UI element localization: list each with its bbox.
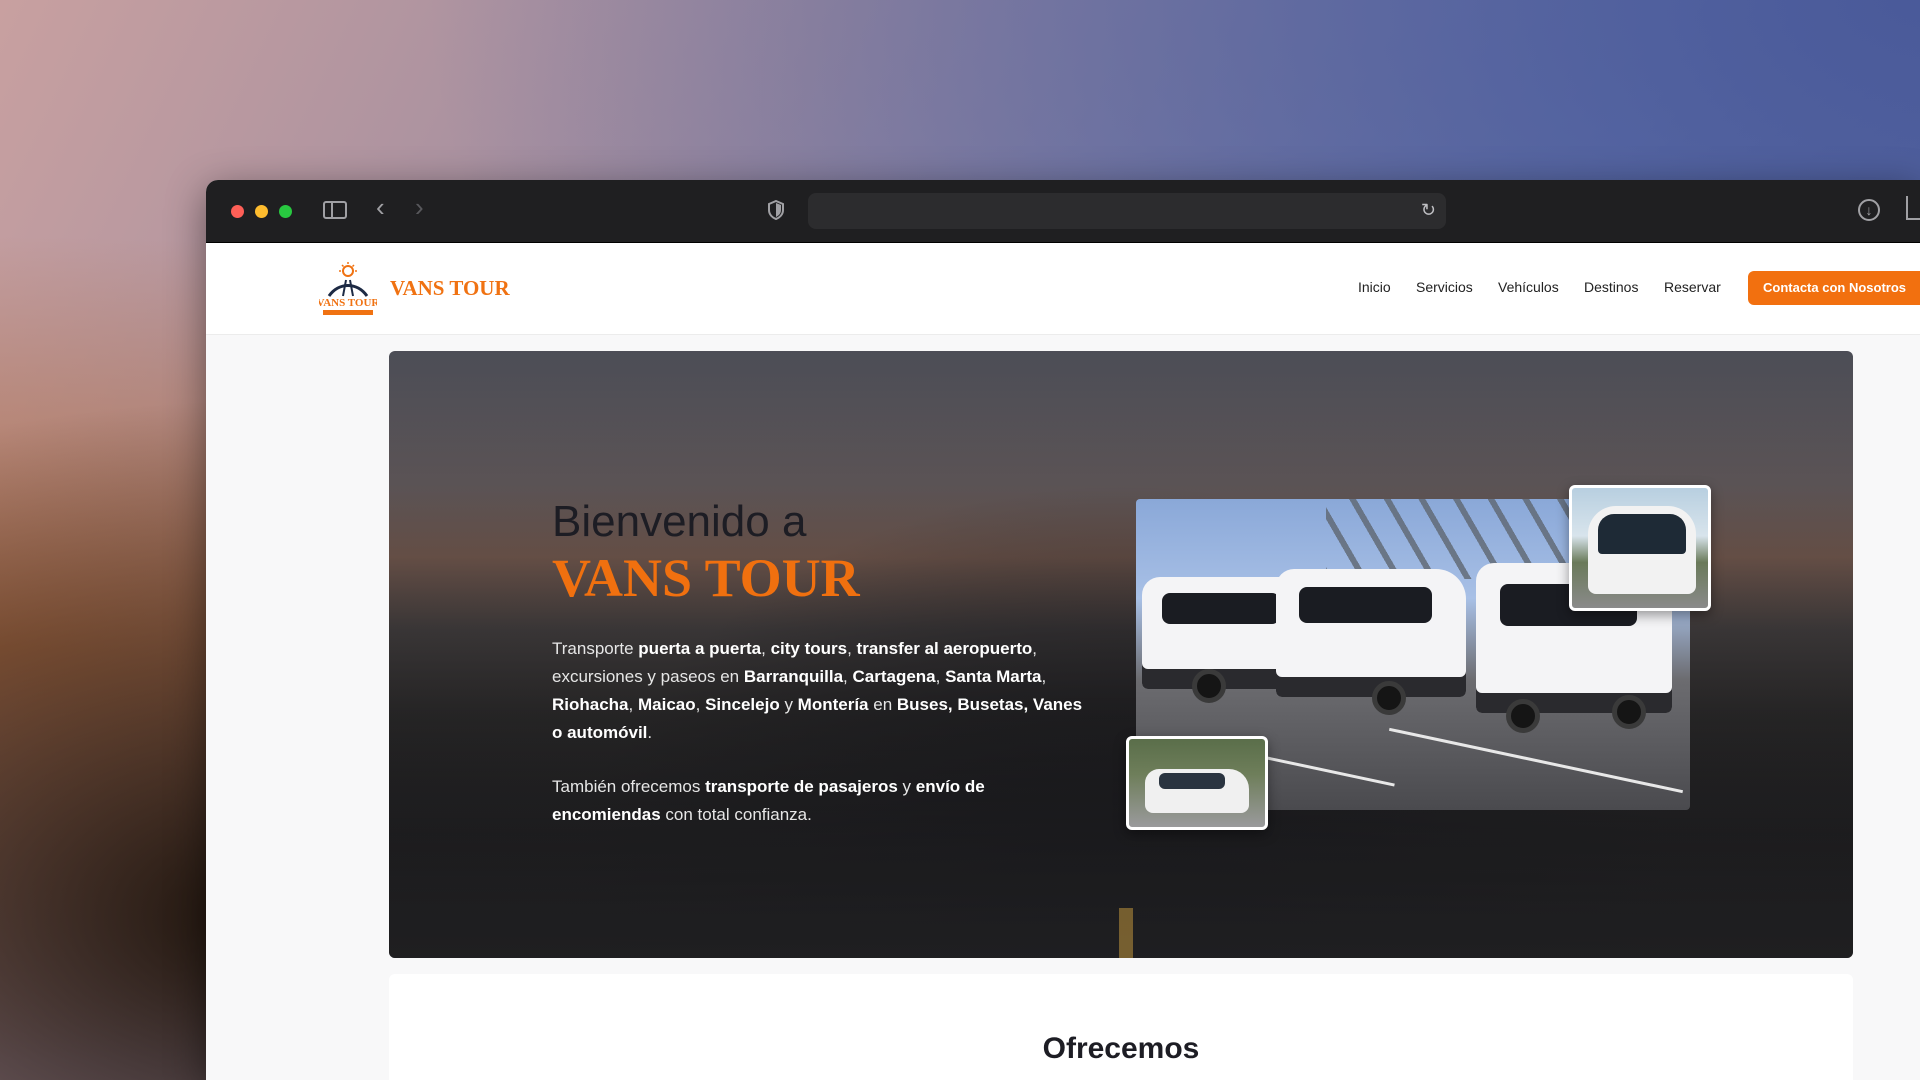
chevron-left-icon[interactable]: ‹ [376,194,385,220]
site-logo[interactable]: VANS TOUR [319,260,377,318]
bus-thumbnail[interactable] [1569,485,1711,611]
nav-link-servicios[interactable]: Servicios [1416,279,1473,295]
parking-line [1388,727,1684,794]
contact-button[interactable]: Contacta con Nosotros [1748,271,1920,305]
chevron-right-icon[interactable]: › [415,194,424,220]
browser-toolbar: ‹ › ↻ ↓ [206,180,1920,243]
car-windshield [1159,773,1225,789]
hero-description: Transporte puerta a puerta, city tours, … [552,639,1083,742]
browser-window: ‹ › ↻ ↓ VANS TOUR VANS TOUR Inicio Servi… [206,180,1920,1080]
site-navbar: VANS TOUR VANS TOUR Inicio Servicios Veh… [206,243,1920,335]
shield-icon[interactable] [768,200,784,220]
reload-icon[interactable]: ↻ [1421,200,1436,221]
close-window-button[interactable] [231,205,244,218]
van-image [1276,569,1466,697]
nav-link-vehiculos[interactable]: Vehículos [1498,279,1559,295]
offers-section: Ofrecemos [389,974,1853,1080]
road-marking [1119,908,1133,958]
nav-link-destinos[interactable]: Destinos [1584,279,1638,295]
hero-title: Bienvenido a [552,497,807,546]
hero-secondary-text: También ofrecemos transporte de pasajero… [552,777,985,824]
nav-link-reservar[interactable]: Reservar [1664,279,1721,295]
parking-line [1257,754,1395,787]
van-wheel [1192,669,1226,703]
van-wheel [1612,695,1646,729]
zoom-window-button[interactable] [279,205,292,218]
address-bar[interactable]: ↻ [808,193,1446,229]
nav-link-inicio[interactable]: Inicio [1358,279,1391,295]
car-thumbnail[interactable] [1126,736,1268,830]
minimize-window-button[interactable] [255,205,268,218]
brand-name[interactable]: VANS TOUR [390,276,510,301]
van-wheel [1506,699,1540,733]
bus-windshield [1598,514,1686,554]
hero-brand: VANS TOUR [552,548,860,608]
download-icon[interactable]: ↓ [1858,199,1880,221]
share-icon[interactable] [1906,196,1920,220]
svg-text:VANS TOUR: VANS TOUR [319,297,377,309]
van-wheel [1372,681,1406,715]
web-page: VANS TOUR VANS TOUR Inicio Servicios Veh… [206,243,1920,1080]
section-title: Ofrecemos [1042,1032,1200,1065]
sidebar-icon[interactable] [323,201,347,219]
hero-banner: Bienvenido a VANS TOUR Transporte puerta… [389,351,1853,958]
